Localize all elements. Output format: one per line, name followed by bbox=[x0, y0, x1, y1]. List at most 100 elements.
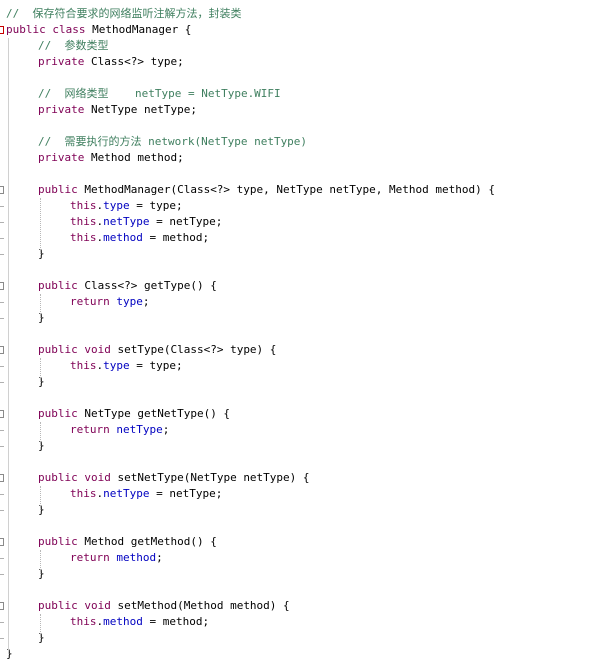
code-token-kw: public bbox=[38, 407, 85, 420]
code-token-field: netType bbox=[116, 423, 163, 436]
code-line[interactable] bbox=[0, 70, 601, 86]
code-line[interactable]: // 网络类型 netType = NetType.WIFI bbox=[0, 86, 601, 102]
code-line[interactable]: // 参数类型 bbox=[0, 38, 601, 54]
code-token-plain: } bbox=[38, 503, 45, 516]
code-line[interactable]: public MethodManager(Class<?> type, NetT… bbox=[0, 182, 601, 198]
code-line[interactable]: // 保存符合要求的网络监听注解方法，封装类 bbox=[0, 6, 601, 22]
indent-guide bbox=[40, 486, 41, 510]
code-token-plain: ; bbox=[156, 551, 163, 564]
code-line[interactable]: } bbox=[0, 566, 601, 582]
fold-collapse-icon[interactable] bbox=[0, 186, 4, 194]
code-line[interactable]: } bbox=[0, 646, 601, 662]
code-text: } bbox=[38, 566, 45, 582]
code-text: this.type = type; bbox=[70, 358, 183, 374]
code-text: private NetType netType; bbox=[38, 102, 197, 118]
code-token-field: type bbox=[103, 199, 130, 212]
code-line[interactable] bbox=[0, 166, 601, 182]
code-line[interactable]: this.netType = netType; bbox=[0, 486, 601, 502]
code-line[interactable]: public void setMethod(Method method) { bbox=[0, 598, 601, 614]
code-text: this.method = method; bbox=[70, 614, 209, 630]
fold-collapse-icon[interactable] bbox=[0, 282, 4, 290]
code-token-plain: } bbox=[6, 647, 13, 660]
code-token-plain: Class<?> type; bbox=[90, 55, 184, 68]
code-text: } bbox=[38, 502, 45, 518]
code-line[interactable]: public void setNetType(NetType netType) … bbox=[0, 470, 601, 486]
code-line[interactable]: this.method = method; bbox=[0, 230, 601, 246]
code-line[interactable]: return netType; bbox=[0, 422, 601, 438]
code-text: this.netType = netType; bbox=[70, 214, 222, 230]
code-token-plain: } bbox=[38, 311, 45, 324]
code-line[interactable]: } bbox=[0, 246, 601, 262]
code-token-plain: } bbox=[38, 567, 45, 580]
fold-collapse-icon[interactable] bbox=[0, 346, 4, 354]
code-line[interactable]: return type; bbox=[0, 294, 601, 310]
code-lines: // 保存符合要求的网络监听注解方法，封装类 public class Metho… bbox=[0, 6, 601, 662]
code-token-plain: } bbox=[38, 247, 45, 260]
code-token-kw: public void bbox=[38, 343, 118, 356]
code-token-comment: // 参数类型 bbox=[38, 39, 109, 52]
code-line[interactable]: public Class<?> getType() { bbox=[0, 278, 601, 294]
code-text: } bbox=[38, 438, 45, 454]
code-line[interactable]: private Method method; bbox=[0, 150, 601, 166]
code-line[interactable]: } bbox=[0, 438, 601, 454]
gutter-tick bbox=[0, 446, 4, 447]
code-token-kw: this bbox=[70, 215, 97, 228]
code-line[interactable]: public void setType(Class<?> type) { bbox=[0, 342, 601, 358]
code-line[interactable]: return method; bbox=[0, 550, 601, 566]
code-line[interactable]: // 需要执行的方法 network(NetType netType) bbox=[0, 134, 601, 150]
indent-guide bbox=[40, 550, 41, 574]
fold-collapse-icon[interactable] bbox=[0, 410, 4, 418]
code-line[interactable]: this.type = type; bbox=[0, 358, 601, 374]
code-token-kw: private bbox=[38, 55, 91, 68]
code-line[interactable]: public class MethodManager { bbox=[0, 22, 601, 38]
code-line[interactable] bbox=[0, 262, 601, 278]
code-line[interactable]: this.method = method; bbox=[0, 614, 601, 630]
indent-guide bbox=[40, 198, 41, 254]
code-line[interactable] bbox=[0, 390, 601, 406]
code-token-kw: private bbox=[38, 151, 91, 164]
code-line[interactable]: } bbox=[0, 630, 601, 646]
gutter-tick bbox=[0, 430, 4, 431]
code-text: } bbox=[38, 374, 45, 390]
code-text: private Method method; bbox=[38, 150, 184, 166]
code-line[interactable]: public Method getMethod() { bbox=[0, 534, 601, 550]
fold-collapse-icon[interactable] bbox=[0, 602, 4, 610]
fold-collapse-icon[interactable] bbox=[0, 474, 4, 482]
code-line[interactable]: } bbox=[0, 310, 601, 326]
code-line[interactable]: } bbox=[0, 502, 601, 518]
code-token-plain: MethodManager(Class<?> type, NetType net… bbox=[84, 183, 495, 196]
code-token-plain: } bbox=[38, 439, 45, 452]
code-token-plain: Method method; bbox=[90, 151, 184, 164]
code-token-field: netType bbox=[103, 487, 150, 500]
code-line[interactable] bbox=[0, 518, 601, 534]
gutter-tick bbox=[0, 238, 4, 239]
fold-collapse-icon[interactable] bbox=[0, 26, 4, 34]
code-text: public void setNetType(NetType netType) … bbox=[38, 470, 310, 486]
fold-collapse-icon[interactable] bbox=[0, 538, 4, 546]
code-token-plain: NetType getNetType() { bbox=[84, 407, 231, 420]
code-line[interactable]: private NetType netType; bbox=[0, 102, 601, 118]
code-editor[interactable]: // 保存符合要求的网络监听注解方法，封装类 public class Metho… bbox=[0, 0, 601, 664]
gutter-tick bbox=[0, 574, 4, 575]
code-token-comment: // 需要执行的方法 network(NetType netType) bbox=[38, 135, 308, 148]
code-line[interactable]: private Class<?> type; bbox=[0, 54, 601, 70]
indent-guide bbox=[40, 614, 41, 638]
code-token-field: type bbox=[103, 359, 130, 372]
code-line[interactable] bbox=[0, 582, 601, 598]
indent-guide bbox=[40, 294, 41, 318]
code-line[interactable]: this.netType = netType; bbox=[0, 214, 601, 230]
code-line[interactable] bbox=[0, 454, 601, 470]
code-token-kw: this bbox=[70, 199, 97, 212]
code-text: this.netType = netType; bbox=[70, 486, 222, 502]
code-token-field: netType bbox=[103, 215, 150, 228]
code-token-field: method bbox=[116, 551, 157, 564]
code-line[interactable]: this.type = type; bbox=[0, 198, 601, 214]
code-line[interactable]: } bbox=[0, 374, 601, 390]
code-line[interactable]: public NetType getNetType() { bbox=[0, 406, 601, 422]
gutter-tick bbox=[0, 318, 4, 319]
indent-guide bbox=[40, 422, 41, 446]
code-token-field: method bbox=[103, 231, 143, 244]
code-line[interactable] bbox=[0, 118, 601, 134]
code-line[interactable] bbox=[0, 326, 601, 342]
code-text: private Class<?> type; bbox=[38, 54, 184, 70]
